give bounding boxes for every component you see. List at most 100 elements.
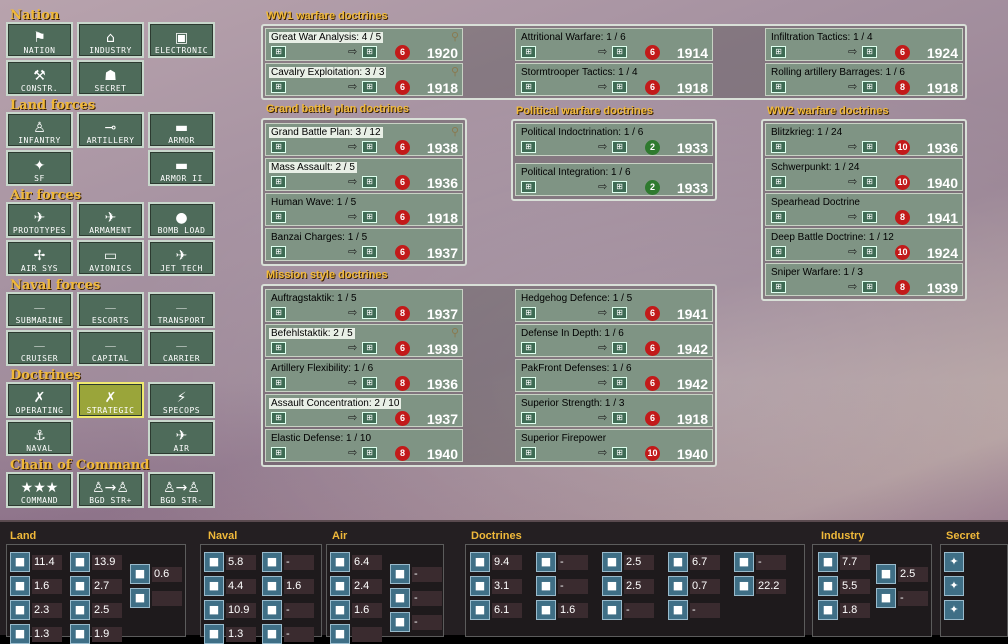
doctrine-card[interactable]: Assault Concentration: 2 / 10 ⊞ ⇨ ⊞ 6 1937 <box>265 394 463 427</box>
category-title: Nation <box>10 8 60 23</box>
arrow-right-icon: ⇨ <box>348 175 358 188</box>
category-button-bgd-str-[interactable]: ♙→♙ BGD STR+ <box>77 472 144 508</box>
category-button-air[interactable]: ✈ AIR <box>148 420 215 456</box>
research-cost-badge: 6 <box>645 341 660 356</box>
construction-icon: ⚒ <box>33 68 46 84</box>
unit-type-icon: ⊞ <box>521 377 536 389</box>
doctrine-card[interactable]: Mass Assault: 2 / 5 ⊞ ⇨ ⊞ 6 1936 <box>265 158 463 191</box>
doctrine-name: Mass Assault: 2 / 5 <box>269 162 357 173</box>
category-button-air-sys[interactable]: ✢ AIR SYS <box>6 240 73 276</box>
category-button-operating[interactable]: ✗ OPERATING <box>6 382 73 418</box>
doctrine-icon: ■ <box>734 552 754 572</box>
tank-icon: ▬ <box>174 158 189 174</box>
category-button-cruiser[interactable]: ⏤ CRUISER <box>6 330 73 366</box>
research-cost-badge: 6 <box>645 306 660 321</box>
summary-value <box>152 591 182 606</box>
doctrine-card[interactable]: Superior Firepower ⊞ ⇨ ⊞ 10 1940 <box>515 429 713 462</box>
arrow-right-icon: ⇨ <box>348 80 358 93</box>
magnifier-icon[interactable]: ⚲ <box>451 65 459 78</box>
arrow-right-icon: ⇨ <box>848 175 858 188</box>
doctrine-year: 1937 <box>426 411 458 427</box>
category-button-jet-tech[interactable]: ✈ JET TECH <box>148 240 215 276</box>
doctrine-card[interactable]: Hedgehog Defence: 1 / 5 ⊞ ⇨ ⊞ 6 1941 <box>515 289 713 322</box>
effect-unit-icon: ⊞ <box>612 181 627 193</box>
ship-icon: ■ <box>204 624 224 644</box>
doctrine-year: 1940 <box>426 446 458 462</box>
doctrine-icon: ■ <box>668 576 688 596</box>
category-button-armor-ii[interactable]: ▬ ARMOR II <box>148 150 215 186</box>
effect-unit-icon: ⊞ <box>362 46 377 58</box>
effect-unit-icon: ⊞ <box>362 412 377 424</box>
doctrine-card[interactable]: Grand Battle Plan: 3 / 12 ⚲ ⊞ ⇨ ⊞ 6 1938 <box>265 123 463 156</box>
summary-stat: ■ 1.3 <box>10 624 62 644</box>
summary-stat: ■ 10.9 <box>204 600 256 620</box>
doctrine-card[interactable]: Sniper Warfare: 1 / 3 ⊞ ⇨ ⊞ 8 1939 <box>765 263 963 296</box>
unit-icon: ■ <box>390 564 410 584</box>
wrench-icon: ■ <box>818 552 838 572</box>
category-button-nation[interactable]: ⚑ NATION <box>6 22 73 58</box>
category-button-carrier[interactable]: ⏤ CARRIER <box>148 330 215 366</box>
doctrine-card[interactable]: Cavalry Exploitation: 3 / 3 ⚲ ⊞ ⇨ ⊞ 6 1918 <box>265 63 463 96</box>
category-button-sf[interactable]: ✦ SF <box>6 150 73 186</box>
category-button-command[interactable]: ★★★ COMMAND <box>6 472 73 508</box>
category-button-secret[interactable]: ☗ SECRET <box>77 60 144 96</box>
summary-stat: ■ 6.4 <box>330 552 382 572</box>
arrow-right-icon: ⇨ <box>598 341 608 354</box>
ship-icon: ⏤ <box>175 300 188 316</box>
category-button-artillery[interactable]: ⊸ ARTILLERY <box>77 112 144 148</box>
doctrine-card[interactable]: PakFront Defenses: 1 / 6 ⊞ ⇨ ⊞ 6 1942 <box>515 359 713 392</box>
magnifier-icon[interactable]: ⚲ <box>451 125 459 138</box>
doctrine-card[interactable]: Befehlstaktik: 2 / 5 ⚲ ⊞ ⇨ ⊞ 6 1939 <box>265 324 463 357</box>
arrow-right-icon: ⇨ <box>348 376 358 389</box>
doctrine-icon: ■ <box>602 600 622 620</box>
category-button-industry[interactable]: ⌂ INDUSTRY <box>77 22 144 58</box>
doctrine-card[interactable]: Infiltration Tactics: 1 / 4 ⊞ ⇨ ⊞ 6 1924 <box>765 28 963 61</box>
doctrine-card[interactable]: Artillery Flexibility: 1 / 6 ⊞ ⇨ ⊞ 8 1936 <box>265 359 463 392</box>
research-summary-bar: Land Naval Air Doctrines Industry Secret ■ 11.4… <box>0 520 1008 644</box>
effect-unit-icon: ⊞ <box>362 211 377 223</box>
doctrine-card[interactable]: Auftragstaktik: 1 / 5 ⊞ ⇨ ⊞ 8 1937 <box>265 289 463 322</box>
category-button-specops[interactable]: ⚡ SPECOPS <box>148 382 215 418</box>
doctrine-card[interactable]: Human Wave: 1 / 5 ⊞ ⇨ ⊞ 6 1918 <box>265 193 463 226</box>
summary-stat: ■ - <box>262 624 314 644</box>
doctrine-card[interactable]: Superior Strength: 1 / 3 ⊞ ⇨ ⊞ 6 1918 <box>515 394 713 427</box>
category-button-bomb-load[interactable]: ● BOMB LOAD <box>148 202 215 238</box>
doctrine-card[interactable]: Blitzkrieg: 1 / 24 ⊞ ⇨ ⊞ 10 1936 <box>765 123 963 156</box>
category-button-infantry[interactable]: ♙ INFANTRY <box>6 112 73 148</box>
magnifier-icon[interactable]: ⚲ <box>451 30 459 43</box>
category-button-escorts[interactable]: ⏤ ESCORTS <box>77 292 144 328</box>
category-button-avionics[interactable]: ▭ AVIONICS <box>77 240 144 276</box>
category-button-naval[interactable]: ⚓ NAVAL <box>6 420 73 456</box>
category-button-capital[interactable]: ⏤ CAPITAL <box>77 330 144 366</box>
category-button-strategic[interactable]: ✗ STRATEGIC <box>77 382 144 418</box>
magnifier-icon[interactable]: ⚲ <box>451 326 459 339</box>
doctrine-card[interactable]: Political Indoctrination: 1 / 6 ⊞ ⇨ ⊞ 2 1933 <box>515 123 713 156</box>
doctrine-card[interactable]: Political Integration: 1 / 6 ⊞ ⇨ ⊞ 2 1933 <box>515 163 713 196</box>
doctrine-card[interactable]: Rolling artillery Barrages: 1 / 6 ⊞ ⇨ ⊞ 8 191… <box>765 63 963 96</box>
doctrine-card[interactable]: Stormtrooper Tactics: 1 / 4 ⊞ ⇨ ⊞ 6 1918 <box>515 63 713 96</box>
doctrine-card[interactable]: Banzai Charges: 1 / 5 ⊞ ⇨ ⊞ 6 1937 <box>265 228 463 261</box>
doctrine-card[interactable]: Schwerpunkt: 1 / 24 ⊞ ⇨ ⊞ 10 1940 <box>765 158 963 191</box>
summary-stat: ■ 1.3 <box>204 624 256 644</box>
category-title: Air forces <box>10 188 82 203</box>
category-button-armament[interactable]: ✈ ARMAMENT <box>77 202 144 238</box>
doctrine-card[interactable]: Elastic Defense: 1 / 10 ⊞ ⇨ ⊞ 8 1940 <box>265 429 463 462</box>
category-button-label: BOMB LOAD <box>157 226 206 235</box>
summary-value: 2.5 <box>92 603 122 618</box>
doctrine-year: 1938 <box>426 140 458 156</box>
doctrine-card[interactable]: Attritional Warfare: 1 / 6 ⊞ ⇨ ⊞ 6 1914 <box>515 28 713 61</box>
doctrine-card[interactable]: Great War Analysis: 4 / 5 ⚲ ⊞ ⇨ ⊞ 6 1920 <box>265 28 463 61</box>
doctrine-card[interactable]: Deep Battle Doctrine: 1 / 12 ⊞ ⇨ ⊞ 10 1924 <box>765 228 963 261</box>
doctrine-year: 1920 <box>426 45 458 61</box>
category-button-armor[interactable]: ▬ ARMOR <box>148 112 215 148</box>
category-button-bgd-str-[interactable]: ♙→♙ BGD STR- <box>148 472 215 508</box>
category-button-electronic[interactable]: ▣ ELECTRONIC <box>148 22 215 58</box>
doctrine-card[interactable]: Defense In Depth: 1 / 6 ⊞ ⇨ ⊞ 6 1942 <box>515 324 713 357</box>
unit-type-icon: ⊞ <box>521 412 536 424</box>
category-button-constr-[interactable]: ⚒ CONSTR. <box>6 60 73 96</box>
doctrine-card[interactable]: Spearhead Doctrine ⊞ ⇨ ⊞ 8 1941 <box>765 193 963 226</box>
doctrine-name: Stormtrooper Tactics: 1 / 4 <box>521 67 638 78</box>
category-button-prototypes[interactable]: ✈ PROTOTYPES <box>6 202 73 238</box>
category-button-transport[interactable]: ⏤ TRANSPORT <box>148 292 215 328</box>
category-button-submarine[interactable]: ⏤ SUBMARINE <box>6 292 73 328</box>
